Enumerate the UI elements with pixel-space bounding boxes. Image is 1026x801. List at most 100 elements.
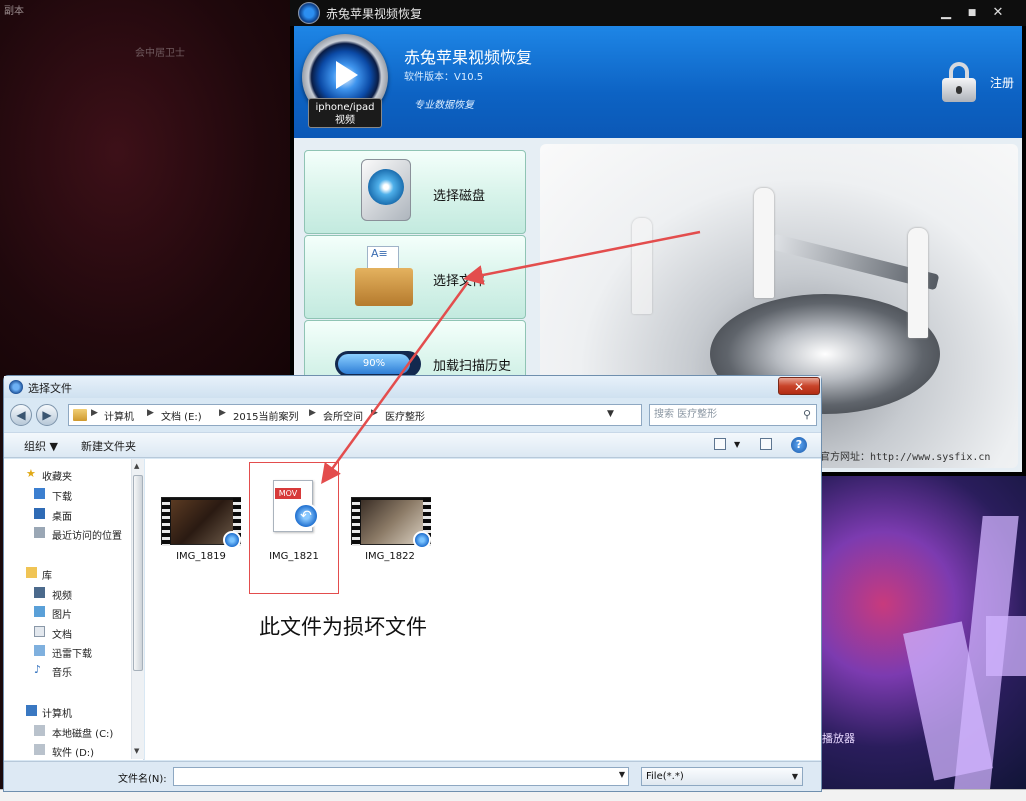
media-player-badge-icon — [413, 531, 431, 549]
filename-input[interactable]: ▼ — [173, 767, 629, 786]
file-type-dropdown-icon: ▼ — [791, 772, 798, 781]
search-icon: ⚲ — [802, 408, 811, 421]
breadcrumb-item[interactable]: 计算机 — [104, 408, 134, 423]
local-disk-icon — [34, 725, 45, 736]
wallpaper-shape — [986, 616, 1026, 676]
breadcrumb-separator: ▶ — [309, 408, 316, 418]
nav-scrollbar[interactable]: ▲ ▼ — [131, 459, 144, 759]
nav-item-pictures[interactable]: 图片 — [52, 606, 72, 621]
app-window-title: 赤兔苹果视频恢复 — [326, 7, 423, 21]
app-icon — [298, 2, 320, 24]
select-file-button[interactable]: A≡ 选择文件 — [304, 235, 526, 319]
desktop-background-right: 播放器 — [822, 476, 1026, 796]
recent-places-icon — [34, 527, 45, 538]
close-button[interactable]: ✕ — [988, 3, 1008, 23]
select-file-dialog: 选择文件 ✕ ◀ ▶ ▶ 计算机 ▶ 文档 (E:) ▶ 2015当前案列 ▶ … — [3, 375, 822, 792]
dialog-title: 选择文件 — [28, 382, 72, 395]
video-library-icon — [34, 587, 45, 598]
register-link[interactable]: 注册 — [990, 74, 1014, 91]
search-placeholder: 搜索 医疗整形 — [654, 409, 718, 420]
worker-figure — [754, 188, 774, 298]
dialog-app-icon — [9, 380, 23, 394]
worker-figure — [632, 218, 652, 314]
navigation-pane: ★ 收藏夹 下载 桌面 最近访问的位置 库 视频 图片 文档 迅雷下载 ♪ 音乐… — [4, 459, 144, 760]
breadcrumb-separator: ▶ — [371, 408, 378, 418]
scroll-down-icon[interactable]: ▼ — [134, 747, 139, 755]
address-dropdown-icon[interactable]: ▼ — [607, 409, 614, 419]
select-disk-label: 选择磁盘 — [433, 189, 486, 204]
address-bar[interactable]: ▶ 计算机 ▶ 文档 (E:) ▶ 2015当前案列 ▶ 会所空间 ▶ 医疗整形… — [68, 404, 700, 426]
logo-tag: iphone/ipad 视频 — [308, 98, 382, 128]
nav-item-drive-d[interactable]: 软件 (D:) — [52, 744, 94, 759]
music-icon: ♪ — [34, 663, 42, 676]
filename-label: 文件名(N): — [118, 774, 167, 785]
thunder-download-icon — [34, 645, 45, 656]
picture-library-icon — [34, 606, 45, 617]
file-type-select[interactable]: File(*.*) ▼ — [641, 767, 803, 786]
nav-libraries[interactable]: 库 — [42, 567, 52, 582]
new-folder-button[interactable]: 新建文件夹 — [81, 438, 136, 454]
nav-item-videos[interactable]: 视频 — [52, 587, 72, 602]
star-icon: ★ — [26, 467, 36, 480]
play-icon — [336, 61, 358, 89]
breadcrumb-item[interactable]: 医疗整形 — [385, 408, 425, 423]
file-name[interactable]: IMG_1819 — [156, 551, 246, 562]
file-name[interactable]: IMG_1822 — [345, 551, 435, 562]
desktop-background-left: 副本 会中居卫士 — [0, 0, 292, 380]
help-icon[interactable]: ? — [791, 437, 807, 453]
nav-item-downloads[interactable]: 下载 — [52, 488, 72, 503]
desktop-icon — [34, 508, 45, 519]
filename-dropdown-icon[interactable]: ▼ — [619, 770, 625, 779]
nav-computer[interactable]: 计算机 — [42, 705, 72, 720]
forward-button[interactable]: ▶ — [36, 404, 58, 426]
file-name[interactable]: IMG_1821 — [249, 551, 339, 562]
nav-item-thunder[interactable]: 迅雷下载 — [52, 645, 92, 660]
nav-item-recent[interactable]: 最近访问的位置 — [52, 527, 122, 542]
quicktime-arrow-icon: ↶ — [293, 503, 319, 529]
breadcrumb-separator: ▶ — [91, 408, 98, 418]
logo-tag-line2: 视频 — [335, 115, 355, 126]
search-input[interactable]: 搜索 医疗整形 ⚲ — [649, 404, 817, 426]
nav-item-music[interactable]: 音乐 — [52, 664, 72, 679]
nav-item-documents[interactable]: 文档 — [52, 626, 72, 641]
dialog-titlebar[interactable]: 选择文件 ✕ — [4, 376, 821, 398]
breadcrumb-item[interactable]: 2015当前案列 — [233, 408, 298, 423]
select-disk-button[interactable]: 选择磁盘 — [304, 150, 526, 234]
app-titlebar[interactable]: 赤兔苹果视频恢复 ▁ ■ ✕ — [290, 0, 1026, 26]
back-button[interactable]: ◀ — [10, 404, 32, 426]
nav-favorites[interactable]: 收藏夹 — [42, 468, 72, 483]
local-disk-icon — [34, 744, 45, 755]
dialog-footer: 文件名(N): ▼ File(*.*) ▼ — [4, 761, 821, 791]
app-header: iphone/ipad 视频 赤兔苹果视频恢复 软件版本：V10.5 专业数据恢… — [294, 26, 1022, 138]
computer-icon — [26, 705, 37, 716]
scroll-up-icon[interactable]: ▲ — [134, 462, 139, 470]
breadcrumb-item[interactable]: 文档 (E:) — [161, 408, 202, 423]
scroll-thumb[interactable] — [133, 475, 143, 671]
nav-item-desktop[interactable]: 桌面 — [52, 508, 72, 523]
lock-icon[interactable] — [942, 62, 976, 102]
organize-button[interactable]: 组织 ▼ — [24, 438, 58, 454]
app-name: 赤兔苹果视频恢复 — [404, 48, 533, 67]
dialog-close-button[interactable]: ✕ — [778, 377, 820, 395]
minimize-button[interactable]: ▁ — [936, 3, 956, 23]
app-version: 软件版本：V10.5 — [404, 72, 484, 83]
view-dropdown-icon[interactable]: ▼ — [734, 440, 740, 449]
maximize-button[interactable]: ■ — [962, 3, 982, 23]
library-icon — [26, 567, 37, 578]
breadcrumb-separator: ▶ — [147, 408, 154, 418]
worker-figure — [908, 228, 928, 338]
nav-item-drive-c[interactable]: 本地磁盘 (C:) — [52, 725, 113, 740]
navigation-row: ◀ ▶ ▶ 计算机 ▶ 文档 (E:) ▶ 2015当前案列 ▶ 会所空间 ▶ … — [4, 401, 821, 429]
breadcrumb-item[interactable]: 会所空间 — [323, 408, 363, 423]
download-folder-icon — [34, 488, 45, 499]
document-library-icon — [34, 626, 45, 637]
app-slogan: 专业数据恢复 — [414, 100, 474, 111]
folder-icon: A≡ — [355, 246, 413, 306]
file-list: IMG_1819 MOV ↶ IMG_1821 IMG_1822 此文件为损坏文… — [145, 459, 821, 760]
preview-pane-icon[interactable] — [760, 438, 772, 450]
select-file-label: 选择文件 — [433, 274, 486, 289]
media-player-badge-icon — [223, 531, 241, 549]
corrupt-file-annotation: 此文件为损坏文件 — [259, 615, 427, 639]
change-view-icon[interactable] — [714, 438, 726, 450]
mov-tag: MOV — [275, 488, 301, 499]
